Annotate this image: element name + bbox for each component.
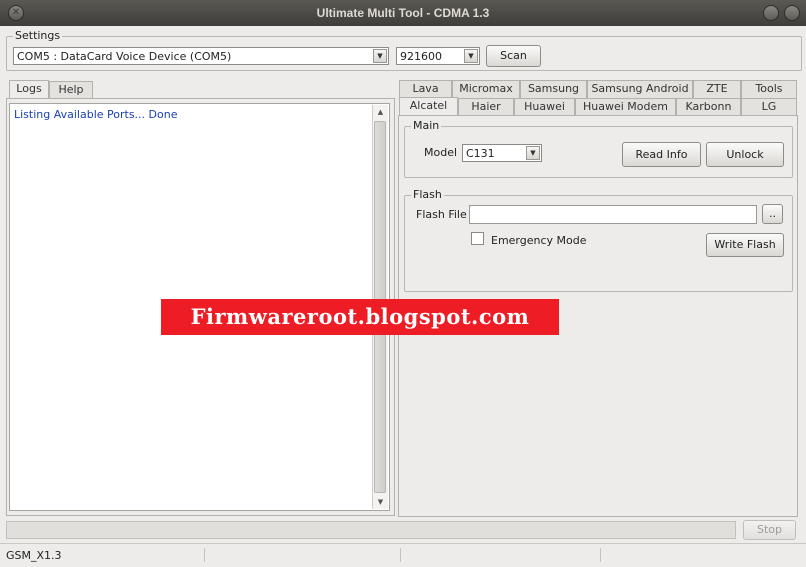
chevron-down-icon: ▼ <box>464 49 478 63</box>
status-bar: GSM_X1.3 <box>0 543 806 567</box>
scroll-down-arrow-icon[interactable]: ▼ <box>373 495 388 509</box>
model-label: Model <box>424 146 458 159</box>
model-select[interactable]: C131 ▼ <box>462 144 542 162</box>
status-text: GSM_X1.3 <box>6 549 62 562</box>
tab-alcatel[interactable]: Alcatel <box>399 97 458 116</box>
chevron-down-icon: ▼ <box>373 49 387 63</box>
status-separator <box>204 548 205 562</box>
app-window: ✕ Ultimate Multi Tool - CDMA 1.3 Setting… <box>0 0 806 567</box>
tab-haier[interactable]: Haier <box>458 98 514 116</box>
tab-zte[interactable]: ZTE <box>693 80 741 98</box>
scroll-up-arrow-icon[interactable]: ▲ <box>373 105 388 119</box>
tab-micromax[interactable]: Micromax <box>452 80 520 98</box>
baud-rate-value: 921600 <box>400 50 442 63</box>
unlock-button[interactable]: Unlock <box>706 142 784 167</box>
emergency-mode-checkbox[interactable] <box>471 232 484 245</box>
status-separator <box>400 548 401 562</box>
status-separator <box>600 548 601 562</box>
flash-file-label: Flash File <box>416 208 467 221</box>
maximize-window-button[interactable] <box>784 5 800 21</box>
emergency-mode-label: Emergency Mode <box>491 234 587 247</box>
tab-samsung-android[interactable]: Samsung Android <box>587 80 693 98</box>
tab-huawei[interactable]: Huawei <box>514 98 575 116</box>
title-bar: ✕ Ultimate Multi Tool - CDMA 1.3 <box>0 0 806 26</box>
tab-samsung[interactable]: Samsung <box>520 80 587 98</box>
tab-tools[interactable]: Tools <box>741 80 797 98</box>
browse-button[interactable]: .. <box>762 204 783 224</box>
flash-group-label: Flash <box>411 188 444 201</box>
log-line: Listing Available Ports... Done <box>14 108 178 121</box>
chevron-down-icon: ▼ <box>526 146 540 160</box>
stop-button[interactable]: Stop <box>743 520 796 540</box>
read-info-button[interactable]: Read Info <box>622 142 701 167</box>
tab-huawei-modem[interactable]: Huawei Modem <box>575 98 676 116</box>
port-select[interactable]: COM5 : DataCard Voice Device (COM5) ▼ <box>13 47 389 65</box>
settings-group-label: Settings <box>13 29 63 42</box>
port-select-value: COM5 : DataCard Voice Device (COM5) <box>17 50 232 63</box>
progress-bar <box>6 521 736 539</box>
tab-lava[interactable]: Lava <box>399 80 452 98</box>
tab-help[interactable]: Help <box>49 81 93 99</box>
minimize-window-button[interactable] <box>763 5 779 21</box>
flash-file-input[interactable] <box>469 205 757 224</box>
tab-karbonn[interactable]: Karbonn <box>676 98 741 116</box>
tab-lg[interactable]: LG <box>741 98 797 116</box>
scan-button[interactable]: Scan <box>486 45 541 67</box>
main-group-label: Main <box>411 119 442 132</box>
watermark-banner: Firmwareroot.blogspot.com <box>161 299 559 335</box>
model-select-value: C131 <box>466 147 495 160</box>
baud-rate-select[interactable]: 921600 ▼ <box>396 47 480 65</box>
write-flash-button[interactable]: Write Flash <box>706 233 784 257</box>
window-title: Ultimate Multi Tool - CDMA 1.3 <box>316 6 490 20</box>
tab-logs[interactable]: Logs <box>9 80 49 99</box>
